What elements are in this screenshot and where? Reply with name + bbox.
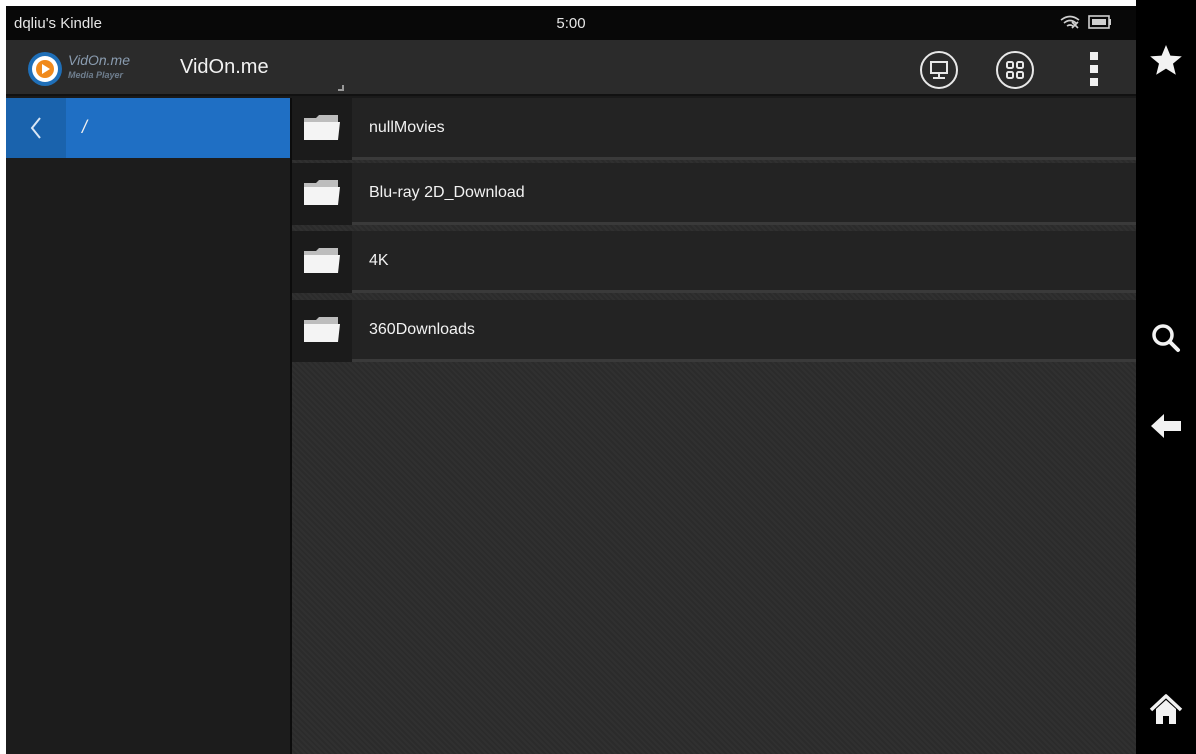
overflow-menu-icon[interactable] bbox=[1082, 48, 1106, 90]
folder-icon bbox=[304, 115, 340, 140]
back-arrow-icon[interactable] bbox=[1148, 408, 1184, 444]
path-back-button[interactable] bbox=[6, 98, 66, 158]
folder-name: 4K bbox=[369, 252, 389, 269]
search-icon[interactable] bbox=[1148, 320, 1184, 356]
app-logo[interactable]: VidOn.me Media Player bbox=[28, 50, 168, 86]
logo-name: VidOn.me bbox=[68, 52, 130, 68]
grid-view-button[interactable] bbox=[996, 51, 1034, 89]
folder-icon-cell bbox=[292, 300, 352, 362]
current-path-label: / bbox=[82, 117, 88, 137]
status-bar: dqliu's Kindle 5:00 bbox=[6, 6, 1136, 40]
app-title: VidOn.me bbox=[180, 56, 269, 78]
home-icon[interactable] bbox=[1148, 692, 1184, 728]
chevron-left-icon bbox=[30, 117, 41, 139]
current-path-row[interactable]: / bbox=[6, 98, 290, 158]
folder-icon-cell bbox=[292, 163, 352, 225]
folder-icon bbox=[304, 180, 340, 205]
file-browser: nullMovies Blu-ray 2D_Download 4K 360Dow… bbox=[292, 98, 1136, 754]
status-clock: 5:00 bbox=[556, 15, 586, 32]
folder-icon-cell bbox=[292, 231, 352, 293]
folder-item-bluray-2d-download[interactable]: Blu-ray 2D_Download bbox=[292, 163, 1136, 225]
dropdown-corner-icon bbox=[338, 85, 344, 91]
folder-item-nullmovies[interactable]: nullMovies bbox=[292, 98, 1136, 160]
remote-desktop-button[interactable] bbox=[920, 51, 958, 89]
grid-view-icon bbox=[1006, 61, 1024, 79]
action-bar: VidOn.me Media Player VidOn.me bbox=[6, 40, 1136, 96]
folder-icon bbox=[304, 317, 340, 342]
folder-icon bbox=[304, 248, 340, 273]
vidon-logo-icon bbox=[28, 52, 62, 86]
logo-subtitle: Media Player bbox=[68, 70, 124, 80]
folder-item-360downloads[interactable]: 360Downloads bbox=[292, 300, 1136, 362]
folder-name: 360Downloads bbox=[369, 321, 475, 338]
folder-name: Blu-ray 2D_Download bbox=[369, 184, 525, 201]
folder-item-4k[interactable]: 4K bbox=[292, 231, 1136, 293]
menu-dot bbox=[1090, 52, 1098, 60]
path-panel: / bbox=[6, 98, 292, 754]
app-screen: dqliu's Kindle 5:00 VidOn.me Media Playe… bbox=[6, 6, 1136, 754]
star-icon[interactable] bbox=[1148, 42, 1184, 78]
menu-dot bbox=[1090, 65, 1098, 73]
folder-icon-cell bbox=[292, 98, 352, 160]
wifi-off-icon bbox=[1060, 15, 1080, 29]
remote-desktop-icon bbox=[930, 61, 948, 79]
system-nav-bar bbox=[1136, 0, 1196, 754]
menu-dot bbox=[1090, 78, 1098, 86]
folder-name: nullMovies bbox=[369, 119, 445, 136]
battery-icon bbox=[1088, 15, 1111, 29]
